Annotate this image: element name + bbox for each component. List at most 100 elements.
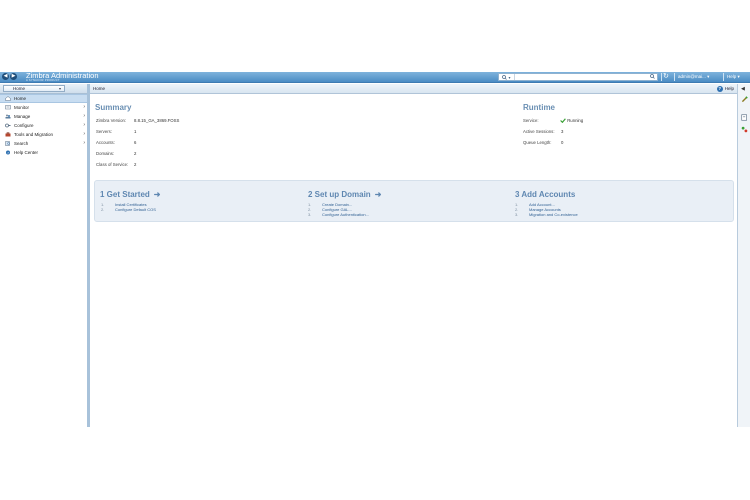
nav-selector-dropdown[interactable]: Home ▾ <box>3 85 65 92</box>
link-configure-authentication[interactable]: Configure Authentication... <box>322 212 369 217</box>
home-icon <box>5 96 11 101</box>
app-title: Zimbra Administration <box>26 71 99 80</box>
nav-selector-label: Home <box>13 86 26 91</box>
tab-home[interactable]: Home <box>93 85 105 92</box>
get-started-heading: 1 Get Started ➜ <box>100 190 161 199</box>
set-up-domain-title: 2 Set up Domain <box>308 190 371 199</box>
nav-header: Home ▾ <box>0 84 87 94</box>
summary-value: 2 <box>134 151 137 156</box>
runtime-label: Active Sessions: <box>523 129 555 134</box>
summary-label: Zimbra Version: <box>96 118 127 123</box>
summary-value: 2 <box>134 162 137 167</box>
summary-value: 8.8.15_GA_3869.FOSS <box>134 118 180 123</box>
collapse-arrow-icon[interactable]: ◀ <box>741 86 745 92</box>
divider <box>674 73 675 81</box>
sidebar-item-label: Help Center <box>14 150 39 155</box>
runtime-row-queue: Queue Length: 0 <box>523 140 563 145</box>
add-accounts-title: 3 Add Accounts <box>515 190 576 199</box>
chevron-right-icon[interactable]: › <box>83 130 85 139</box>
manage-users-icon <box>5 114 11 119</box>
notes-icon[interactable] <box>741 114 748 121</box>
add-accounts-step[interactable]: 3. Migration and Co-existence <box>515 212 578 217</box>
magnifier-icon[interactable] <box>650 74 655 81</box>
summary-label: Class of Service: <box>96 162 129 167</box>
set-up-domain-step[interactable]: 3. Configure Authentication... <box>308 212 369 217</box>
nav-tree: Home Monitor › Manage › Configure › Tool… <box>0 94 87 157</box>
summary-row-cos: Class of Service: 2 <box>96 162 136 167</box>
help-button-label: Help <box>724 86 734 91</box>
runtime-label: Queue Length: <box>523 140 552 145</box>
arrow-right-icon: ➜ <box>153 190 161 199</box>
search-scope-icon[interactable]: ▾ <box>499 74 515 80</box>
divider <box>723 73 724 81</box>
chevron-down-icon: ▾ <box>58 86 61 91</box>
get-started-step[interactable]: 2. Configure Default COS <box>101 207 156 212</box>
chevron-right-icon[interactable]: › <box>83 112 85 121</box>
summary-value: 6 <box>134 140 137 145</box>
zimbra-admin-window: ◀ ▶ Zimbra Administration A SYNACOR PROD… <box>0 72 750 427</box>
set-up-domain-heading: 2 Set up Domain ➜ <box>308 190 381 199</box>
sidebar-item-configure[interactable]: Configure › <box>0 121 87 130</box>
chevron-down-icon: ▾ <box>707 74 710 79</box>
summary-row-version: Zimbra Version: 8.8.15_GA_3869.FOSS <box>96 118 179 123</box>
chevron-right-icon[interactable]: › <box>83 139 85 148</box>
runtime-value: 3 <box>561 129 564 134</box>
navigation-panel: Home ▾ Home Monitor › Manage › Configure <box>0 84 90 427</box>
summary-row-domains: Domains: 2 <box>96 151 136 156</box>
sidebar-item-label: Manage <box>14 114 31 119</box>
runtime-row-sessions: Active Sessions: 3 <box>523 129 563 134</box>
arrow-right-icon[interactable]: ▶ <box>10 73 17 80</box>
summary-row-accounts: Accounts: 6 <box>96 140 136 145</box>
user-menu[interactable]: admin@mai... ▾ <box>678 73 709 81</box>
help-icon: ? <box>716 85 723 92</box>
user-menu-label: admin@mai... <box>678 74 706 79</box>
main-content: Home ? Help <box>90 84 737 427</box>
top-banner: ◀ ▶ Zimbra Administration A SYNACOR PROD… <box>0 72 750 83</box>
service-status-label: Running <box>567 118 584 123</box>
get-started-title: 1 Get Started <box>100 190 150 199</box>
arrow-right-icon: ➜ <box>374 190 382 199</box>
help-menu-label: Help <box>727 74 737 79</box>
sidebar-item-monitor[interactable]: Monitor › <box>0 103 87 112</box>
history-nav: ◀ ▶ <box>2 73 17 80</box>
link-configure-default-cos[interactable]: Configure Default COS <box>115 207 156 212</box>
link-migration-coexistence[interactable]: Migration and Co-existence <box>529 212 578 217</box>
sidebar-item-search[interactable]: Search › <box>0 139 87 148</box>
edit-icon[interactable] <box>741 96 748 103</box>
content-header: Home ? Help <box>90 84 737 94</box>
chevron-right-icon[interactable]: › <box>83 121 85 130</box>
sidebar-item-tools-and-migration[interactable]: Tools and Migration › <box>0 130 87 139</box>
right-tool-strip: ◀ <box>737 84 750 427</box>
checkmark-icon <box>560 118 566 124</box>
tags-icon[interactable] <box>741 126 748 133</box>
app-brand: Zimbra Administration A SYNACOR PRODUCT <box>26 72 99 82</box>
monitor-icon <box>5 105 11 110</box>
service-status: Running <box>560 118 584 124</box>
search-input[interactable]: ▾ <box>498 73 658 81</box>
runtime-row-service: Service: Running <box>523 118 583 124</box>
add-accounts-heading: 3 Add Accounts <box>515 190 575 199</box>
search-icon <box>5 141 10 146</box>
refresh-icon[interactable]: ↻ <box>663 73 669 81</box>
sidebar-item-label: Home <box>14 96 27 101</box>
configure-icon <box>5 123 11 128</box>
sidebar-item-home[interactable]: Home <box>0 94 87 103</box>
getting-started-panel: 1 Get Started ➜ 1. Install Certificates 2.… <box>94 180 734 222</box>
chevron-down-icon: ▾ <box>737 74 740 79</box>
sidebar-item-label: Search <box>14 141 29 146</box>
sidebar-item-label: Monitor <box>14 105 30 110</box>
runtime-title: Runtime <box>523 103 555 112</box>
chevron-right-icon[interactable]: › <box>83 103 85 112</box>
sidebar-item-manage[interactable]: Manage › <box>0 112 87 121</box>
help-menu[interactable]: Help ▾ <box>727 73 740 81</box>
runtime-value: 0 <box>561 140 564 145</box>
sidebar-item-label: Configure <box>14 123 34 128</box>
help-icon: ? <box>6 150 10 155</box>
summary-title: Summary <box>95 103 132 112</box>
arrow-left-icon[interactable]: ◀ <box>2 73 9 80</box>
help-button[interactable]: ? Help <box>716 85 734 92</box>
sidebar-item-help-center[interactable]: ? Help Center <box>0 148 87 157</box>
summary-label: Servers: <box>96 129 112 134</box>
runtime-label: Service: <box>523 118 539 123</box>
summary-value: 1 <box>134 129 137 134</box>
